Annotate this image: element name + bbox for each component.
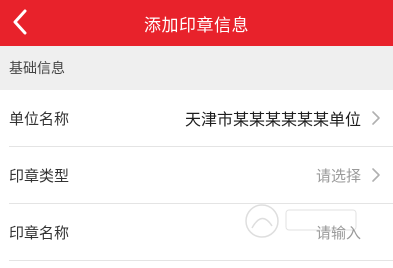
app-header: 添加印章信息 <box>0 0 393 46</box>
chevron-right-icon <box>372 111 380 125</box>
section-header-basic-info: 基础信息 <box>0 46 393 90</box>
field-row-seal-name[interactable]: 印章名称 请输入 <box>0 204 393 260</box>
field-label: 印章名称 <box>9 223 70 242</box>
row-divider <box>9 260 393 261</box>
seal-name-input[interactable]: 请输入 <box>316 222 361 243</box>
back-button[interactable] <box>6 5 34 39</box>
field-row-unit-name[interactable]: 单位名称 天津市某某某某某某单位 <box>0 90 393 146</box>
seal-type-placeholder: 请选择 <box>315 166 361 185</box>
field-row-seal-type[interactable]: 印章类型 请选择 <box>0 147 393 203</box>
page-title: 添加印章信息 <box>144 15 249 36</box>
chevron-left-icon <box>13 9 27 35</box>
chevron-right-icon <box>372 168 380 182</box>
unit-name-value: 天津市某某某某某某单位 <box>184 110 361 129</box>
field-label: 印章类型 <box>9 166 70 185</box>
section-label: 基础信息 <box>9 61 65 77</box>
field-label: 单位名称 <box>9 109 70 128</box>
